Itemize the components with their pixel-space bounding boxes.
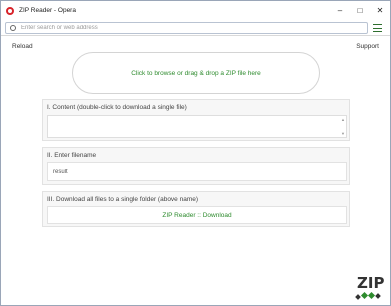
address-bar <box>1 20 390 36</box>
content-list[interactable]: ▲ ▼ <box>47 115 347 138</box>
easy-setup-icon[interactable] <box>373 23 383 33</box>
address-input[interactable] <box>21 23 351 33</box>
title-bar: ZIP Reader - Opera – □ ✕ <box>1 1 390 20</box>
content-panel: I. Content (double-click to download a s… <box>42 99 350 141</box>
scroll-up-icon[interactable]: ▲ <box>341 117 345 122</box>
scroll-down-icon[interactable]: ▼ <box>341 131 345 136</box>
maximize-button[interactable]: □ <box>350 1 370 20</box>
window-controls: – □ ✕ <box>330 1 390 20</box>
download-button[interactable]: ZIP Reader :: Download <box>47 206 347 224</box>
window-title: ZIP Reader - Opera <box>19 7 76 14</box>
filename-panel: II. Enter filename <box>42 147 350 185</box>
reload-link[interactable]: Reload <box>12 43 33 50</box>
address-field[interactable] <box>5 22 368 34</box>
site-info-icon[interactable] <box>10 25 16 31</box>
zip-reader-logo: ZIP <box>354 274 384 302</box>
filename-panel-label: II. Enter filename <box>47 152 97 159</box>
page-content: Reload Support Click to browse or drag &… <box>1 37 390 305</box>
file-dropzone[interactable]: Click to browse or drag & drop a ZIP fil… <box>72 52 320 94</box>
minimize-button[interactable]: – <box>330 1 350 20</box>
browser-window: ZIP Reader - Opera – □ ✕ Reload Support … <box>0 0 391 306</box>
support-link[interactable]: Support <box>356 43 379 50</box>
opera-logo-icon <box>6 6 14 15</box>
dropzone-label: Click to browse or drag & drop a ZIP fil… <box>131 69 261 77</box>
logo-diamonds-icon <box>355 291 381 300</box>
filename-input[interactable] <box>47 162 347 181</box>
download-panel: III. Download all files to a single fold… <box>42 191 350 227</box>
content-panel-label: I. Content (double-click to download a s… <box>47 104 187 111</box>
download-panel-label: III. Download all files to a single fold… <box>47 196 199 203</box>
close-button[interactable]: ✕ <box>370 1 390 20</box>
